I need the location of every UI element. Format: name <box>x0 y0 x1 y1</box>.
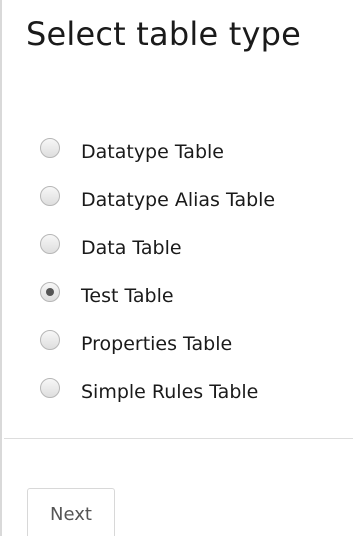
datatype-table-label: Datatype Table <box>81 140 224 163</box>
dialog-title: Select table type <box>26 15 301 53</box>
datatype-table-radio[interactable] <box>40 138 60 158</box>
option-test-table[interactable]: Test Table <box>40 272 350 320</box>
simple-rules-table-radio[interactable] <box>40 378 60 398</box>
datatype-alias-table-label: Datatype Alias Table <box>81 188 276 211</box>
data-table-radio[interactable] <box>40 234 60 254</box>
simple-rules-table-label: Simple Rules Table <box>81 380 259 403</box>
datatype-alias-table-radio[interactable] <box>40 186 60 206</box>
test-table-label: Test Table <box>81 284 174 307</box>
next-button[interactable]: Next <box>27 488 115 536</box>
data-table-label: Data Table <box>81 236 182 259</box>
option-simple-rules-table[interactable]: Simple Rules Table <box>40 368 350 416</box>
option-datatype-table[interactable]: Datatype Table <box>40 128 350 176</box>
test-table-radio[interactable] <box>40 282 60 302</box>
divider <box>4 438 353 439</box>
option-datatype-alias-table[interactable]: Datatype Alias Table <box>40 176 350 224</box>
properties-table-label: Properties Table <box>81 332 233 355</box>
option-properties-table[interactable]: Properties Table <box>40 320 350 368</box>
select-table-type-panel: Select table type Datatype Table Datatyp… <box>0 0 353 536</box>
properties-table-radio[interactable] <box>40 330 60 350</box>
table-type-options: Datatype Table Datatype Alias Table Data… <box>40 128 350 416</box>
option-data-table[interactable]: Data Table <box>40 224 350 272</box>
